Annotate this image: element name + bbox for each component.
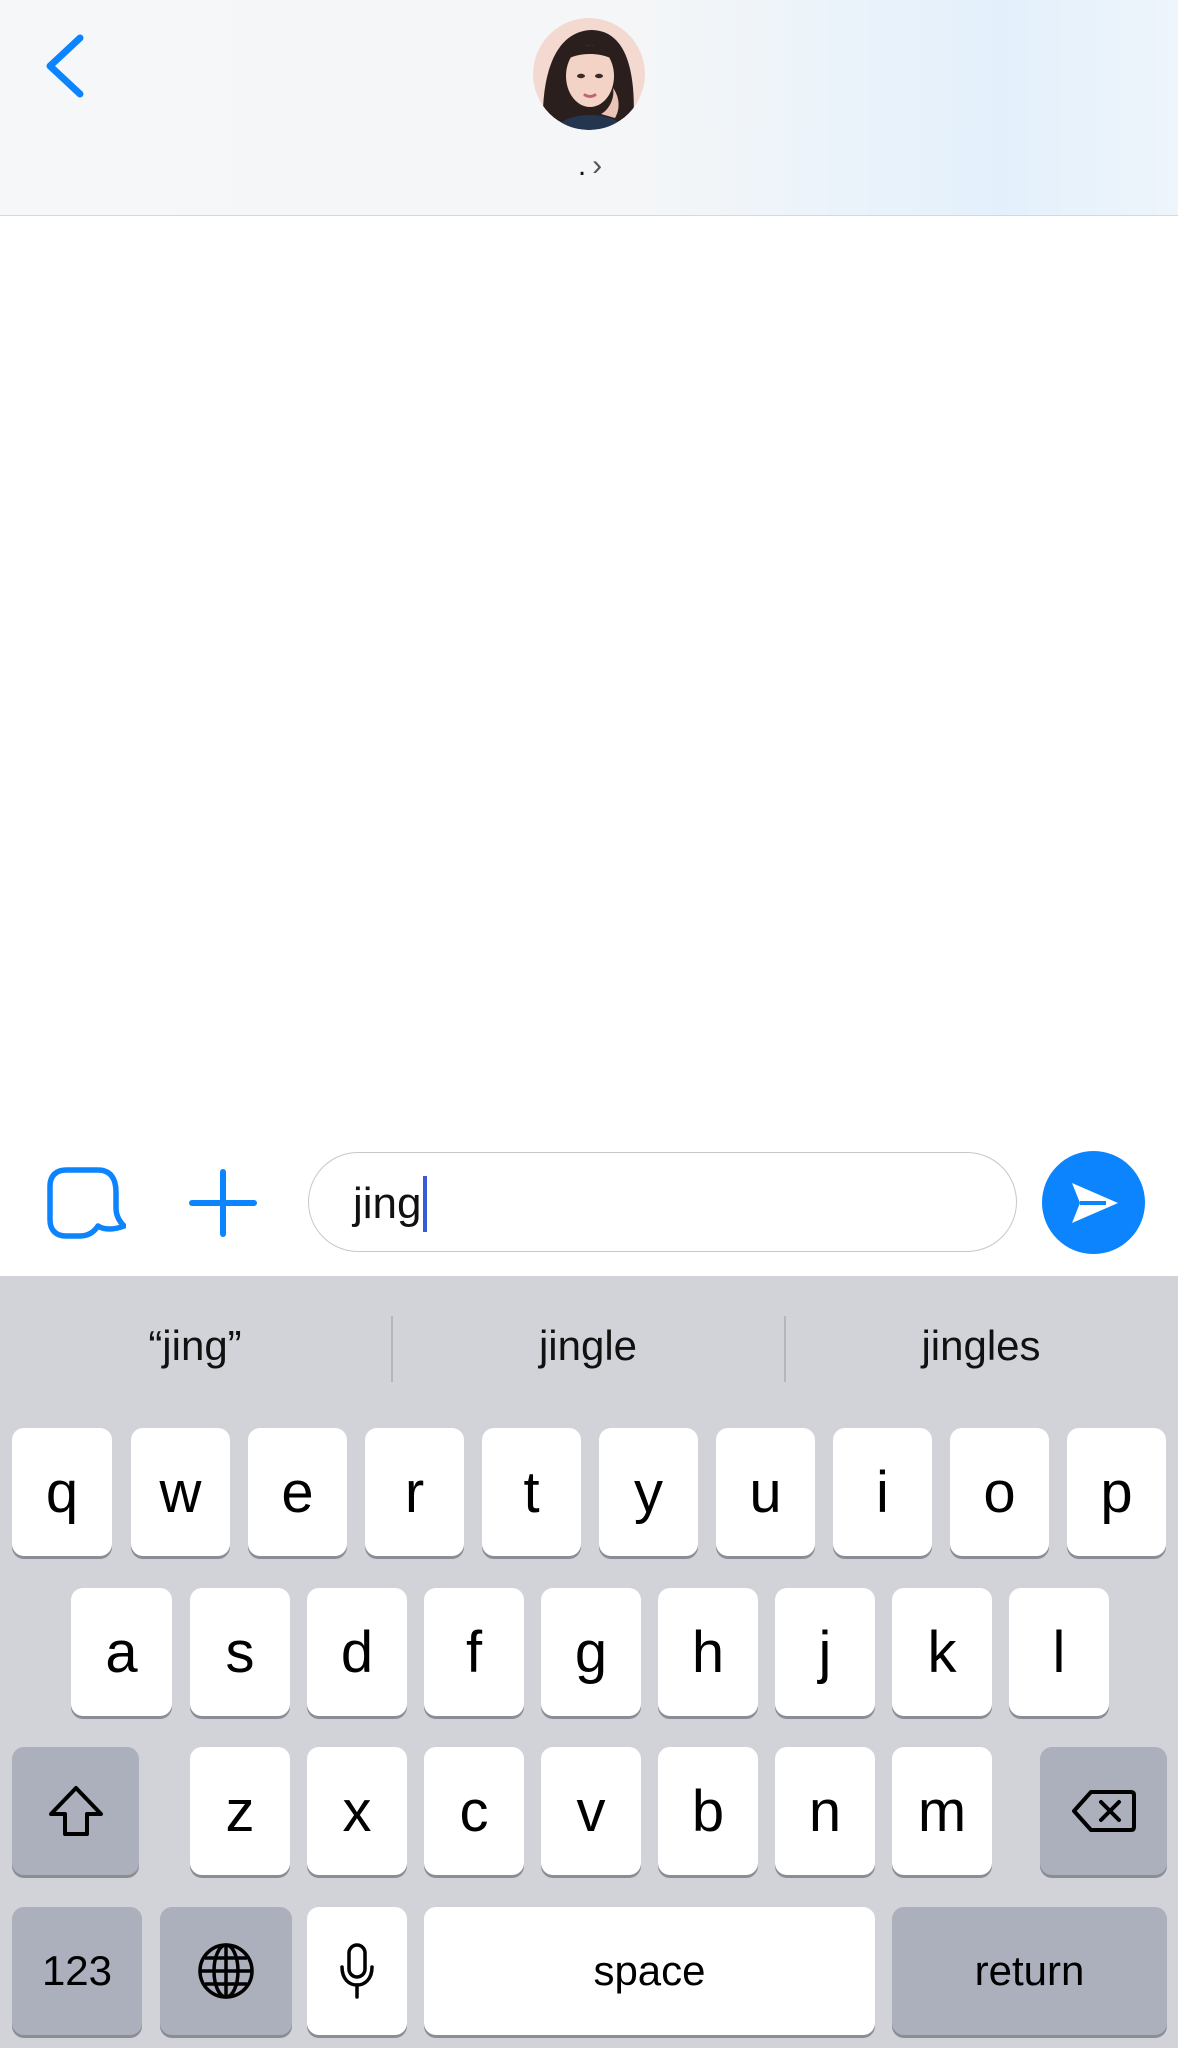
suggestion-2[interactable]: jingle	[393, 1312, 783, 1380]
text-caret	[422, 1176, 427, 1232]
key-h[interactable]: h	[658, 1588, 758, 1716]
plus-icon	[189, 1169, 257, 1237]
key-o[interactable]: o	[950, 1428, 1049, 1556]
microphone-icon	[340, 1943, 374, 1999]
key-c[interactable]: c	[424, 1747, 524, 1875]
contact-avatar[interactable]	[533, 18, 645, 130]
send-arrow-icon	[1071, 1182, 1118, 1223]
suggestion-3[interactable]: jingles	[786, 1312, 1176, 1380]
globe-key[interactable]	[160, 1907, 292, 2035]
numbers-key[interactable]: 123	[12, 1907, 142, 2035]
stickers-icon	[47, 1167, 127, 1239]
key-z[interactable]: z	[190, 1747, 290, 1875]
key-u[interactable]: u	[716, 1428, 815, 1556]
key-s[interactable]: s	[190, 1588, 290, 1716]
key-i[interactable]: i	[833, 1428, 932, 1556]
stickers-button[interactable]	[44, 1164, 127, 1242]
suggestion-bar: “jing” jingle jingles	[0, 1276, 1178, 1426]
key-f[interactable]: f	[424, 1588, 524, 1716]
key-a[interactable]: a	[71, 1588, 172, 1716]
delete-key[interactable]	[1040, 1747, 1167, 1875]
back-button[interactable]	[36, 26, 96, 106]
key-r[interactable]: r	[365, 1428, 464, 1556]
key-g[interactable]: g	[541, 1588, 641, 1716]
contact-name-button[interactable]: . ›	[560, 146, 620, 186]
contact-name: .	[577, 149, 587, 182]
return-key[interactable]: return	[892, 1907, 1167, 2035]
key-l[interactable]: l	[1009, 1588, 1109, 1716]
key-v[interactable]: v	[541, 1747, 641, 1875]
globe-icon	[198, 1943, 254, 1999]
key-x[interactable]: x	[307, 1747, 407, 1875]
dictation-key[interactable]	[307, 1907, 407, 2035]
chevron-left-icon	[46, 34, 84, 98]
keyboard: “jing” jingle jingles q w e r t y u i o …	[0, 1276, 1178, 2048]
message-list	[0, 216, 1178, 1136]
key-d[interactable]: d	[307, 1588, 407, 1716]
delete-icon	[1071, 1790, 1136, 1832]
key-j[interactable]: j	[775, 1588, 875, 1716]
key-e[interactable]: e	[248, 1428, 347, 1556]
key-m[interactable]: m	[892, 1747, 992, 1875]
send-button[interactable]	[1042, 1151, 1145, 1254]
key-p[interactable]: p	[1067, 1428, 1166, 1556]
shift-key[interactable]	[12, 1747, 139, 1875]
avatar-photo	[533, 18, 645, 130]
suggestion-1[interactable]: “jing”	[0, 1312, 390, 1380]
message-input-text: jing	[353, 1179, 422, 1228]
key-n[interactable]: n	[775, 1747, 875, 1875]
key-b[interactable]: b	[658, 1747, 758, 1875]
conversation-header: . ›	[0, 0, 1178, 216]
key-w[interactable]: w	[131, 1428, 230, 1556]
key-q[interactable]: q	[12, 1428, 112, 1556]
message-input[interactable]: jing	[308, 1152, 1017, 1252]
key-y[interactable]: y	[599, 1428, 698, 1556]
key-k[interactable]: k	[892, 1588, 992, 1716]
space-key[interactable]: space	[424, 1907, 875, 2035]
key-t[interactable]: t	[482, 1428, 581, 1556]
chevron-right-icon: ›	[592, 149, 603, 182]
add-attachment-button[interactable]	[188, 1164, 258, 1242]
shift-icon	[48, 1786, 103, 1836]
